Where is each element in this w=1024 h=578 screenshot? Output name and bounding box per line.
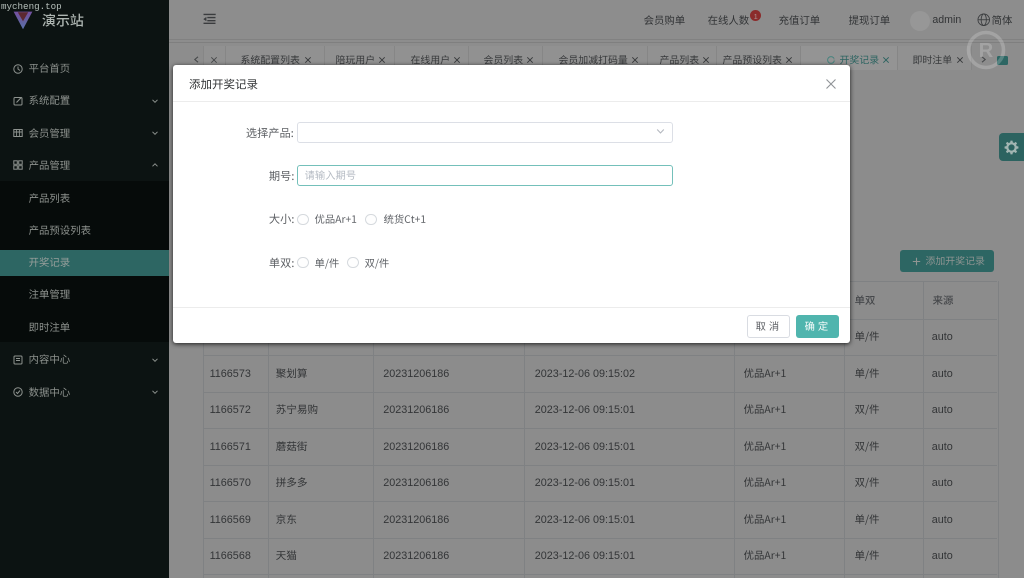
svg-text:R: R	[979, 40, 994, 62]
